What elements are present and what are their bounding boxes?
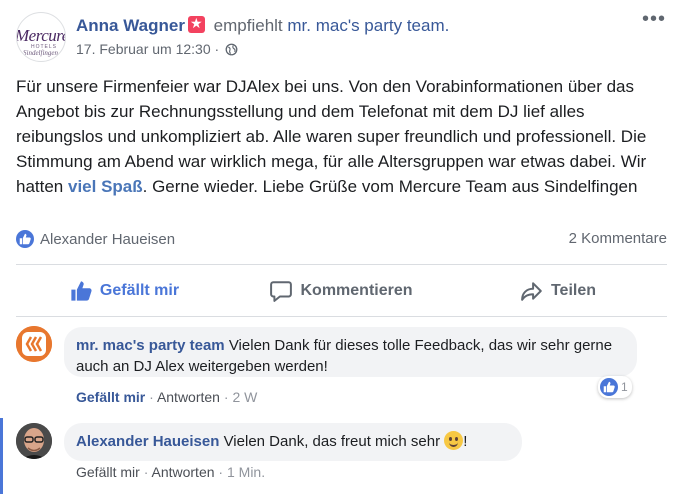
- post-text-part2: . Gerne wieder. Liebe Grüße vom Mercure …: [142, 177, 638, 196]
- post-header-line: Anna Wagner empfiehlt mr. mac's party te…: [76, 15, 449, 36]
- globe-icon[interactable]: [225, 43, 238, 56]
- comment-author[interactable]: mr. mac's party team: [76, 337, 225, 354]
- action-separator: ·: [223, 389, 229, 405]
- like-reaction-icon: [16, 230, 34, 248]
- speech-bubble-icon: [270, 281, 293, 302]
- comment-suffix: !: [463, 433, 468, 450]
- avatar-logo-location: Sindelfingen: [23, 49, 58, 57]
- comment-count-link[interactable]: 2 Kommentare: [569, 230, 667, 247]
- share-button-label: Teilen: [550, 282, 597, 299]
- commenter-avatar[interactable]: [16, 423, 52, 459]
- like-reaction-icon: [600, 378, 618, 396]
- post-action-bar: Gefällt mir Kommentieren Teilen: [16, 269, 667, 313]
- post-timestamp[interactable]: 17. Februar um 12:30: [76, 41, 211, 57]
- comment-time[interactable]: 2 W: [232, 389, 257, 405]
- comment-bubble: Alexander Haueisen Vielen Dank, das freu…: [64, 423, 522, 461]
- divider: [16, 316, 667, 317]
- comment-button-label: Kommentieren: [300, 282, 413, 299]
- thumbs-up-icon: [71, 281, 92, 301]
- commenter-avatar[interactable]: [16, 326, 52, 362]
- post-header: Mercure HOTELS Sindelfingen Anna Wagner …: [16, 9, 666, 62]
- meta-separator: ·: [214, 41, 220, 57]
- post-text-highlight[interactable]: viel Spaß: [68, 177, 143, 196]
- new-comment-indicator: [0, 418, 3, 494]
- mac-logo-icon: [16, 326, 52, 362]
- comment-actions: Gefällt mir · Antworten · 1 Min.: [76, 464, 265, 480]
- recommendation-star-icon: [187, 15, 205, 33]
- action-separator: ·: [143, 464, 149, 480]
- comment-author[interactable]: Alexander Haueisen: [76, 433, 219, 450]
- comment-button[interactable]: Kommentieren: [233, 269, 450, 313]
- action-separator: ·: [218, 464, 224, 480]
- person-photo-icon: [16, 423, 52, 459]
- avatar-logo-text: Mercure: [16, 26, 66, 45]
- post-meta: 17. Februar um 12:30 ·: [76, 41, 238, 57]
- likers-name: Alexander Haueisen: [40, 231, 176, 248]
- comment-reaction-count[interactable]: 1: [598, 376, 632, 398]
- like-button[interactable]: Gefällt mir: [16, 269, 233, 313]
- post-options-button[interactable]: •••: [642, 9, 666, 29]
- comment-like-link[interactable]: Gefällt mir: [76, 389, 145, 405]
- page-name-link[interactable]: mr. mac's party team.: [287, 16, 449, 35]
- post-stats: Alexander Haueisen 2 Kommentare: [16, 228, 667, 252]
- author-avatar[interactable]: Mercure HOTELS Sindelfingen: [16, 12, 66, 62]
- comment-text: Vielen Dank, das freut mich sehr: [223, 433, 441, 450]
- comment-time[interactable]: 1 Min.: [227, 464, 265, 480]
- reaction-count: 1: [621, 380, 628, 394]
- post-author-name[interactable]: Anna Wagner: [76, 16, 185, 35]
- action-separator: ·: [149, 389, 154, 405]
- comment-bubble: mr. mac's party team Vielen Dank für die…: [64, 327, 637, 377]
- comment-reply-link[interactable]: Antworten: [157, 389, 220, 405]
- recommends-text: empfiehlt: [213, 16, 283, 35]
- post-body: Für unsere Firmenfeier war DJAlex bei un…: [16, 74, 668, 199]
- share-button[interactable]: Teilen: [450, 269, 667, 313]
- comment-actions: Gefällt mir · Antworten · 2 W: [76, 389, 257, 405]
- likers-summary[interactable]: Alexander Haueisen: [16, 230, 175, 248]
- share-arrow-icon: [521, 282, 542, 301]
- like-button-label: Gefällt mir: [99, 282, 180, 299]
- smile-emoji-icon: [444, 431, 464, 450]
- divider: [16, 264, 667, 265]
- comment-like-link[interactable]: Gefällt mir: [76, 464, 140, 480]
- comment-reply-link[interactable]: Antworten: [151, 464, 214, 480]
